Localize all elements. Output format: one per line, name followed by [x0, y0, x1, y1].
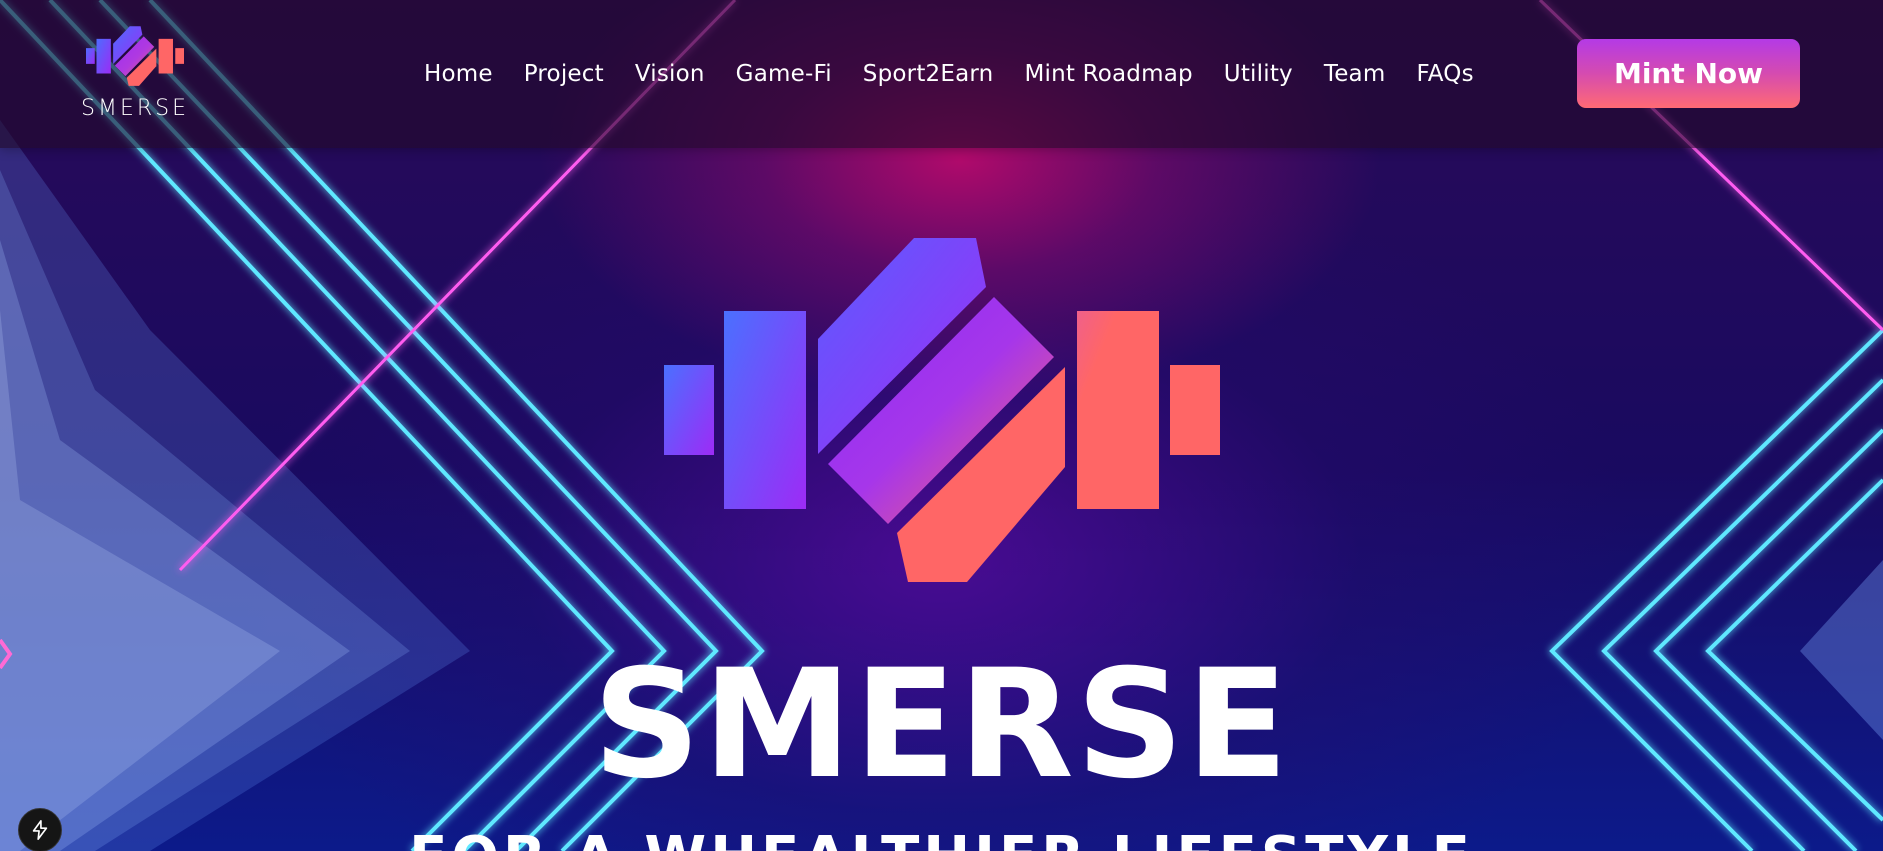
nav-sport2earn[interactable]: Sport2Earn	[863, 61, 994, 87]
nav-game-fi[interactable]: Game-Fi	[736, 61, 832, 87]
nav-utility[interactable]: Utility	[1224, 61, 1293, 87]
corner-widget-button[interactable]	[18, 808, 62, 851]
nav-vision[interactable]: Vision	[635, 61, 705, 87]
smerse-logo-icon	[86, 26, 184, 86]
nav-faqs[interactable]: FAQs	[1416, 61, 1473, 87]
hero-logo-icon	[664, 238, 1220, 582]
page: SMERSE Home Project Vision Game-Fi Sport…	[0, 0, 1883, 851]
site-header: SMERSE Home Project Vision Game-Fi Sport…	[0, 0, 1883, 148]
hero-title: SMERSE	[592, 638, 1291, 812]
nav-home[interactable]: Home	[424, 61, 493, 87]
nav-mint-roadmap[interactable]: Mint Roadmap	[1024, 61, 1192, 87]
logo-link[interactable]: SMERSE	[80, 24, 190, 124]
main-nav: Home Project Vision Game-Fi Sport2Earn M…	[424, 56, 1474, 92]
nav-team[interactable]: Team	[1324, 61, 1386, 87]
nav-project[interactable]: Project	[524, 61, 604, 87]
mint-now-button[interactable]: Mint Now	[1577, 39, 1800, 108]
hero-tagline: FOR A WHEALTHIER LIFESTYLE	[0, 828, 1883, 851]
logo-wordmark: SMERSE	[81, 96, 189, 121]
lightning-bolt-icon	[32, 820, 48, 840]
